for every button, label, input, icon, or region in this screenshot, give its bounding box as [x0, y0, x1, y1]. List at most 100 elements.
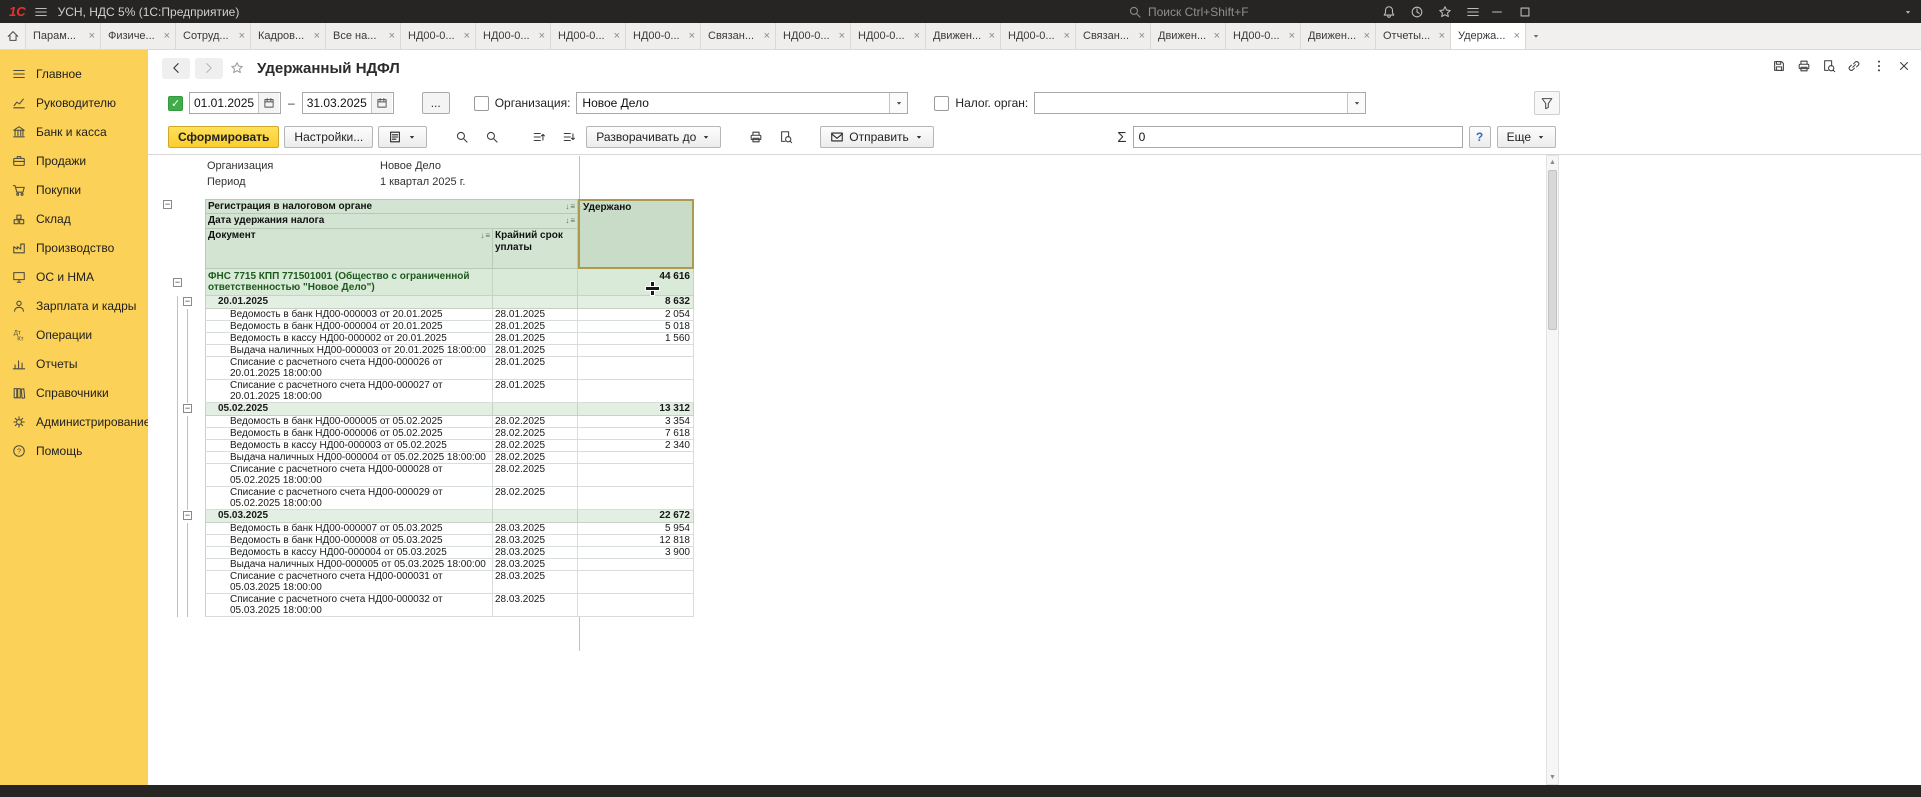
- main-menu-icon[interactable]: [34, 5, 48, 19]
- deadline-cell[interactable]: 28.01.2025: [493, 309, 578, 321]
- withheld-cell[interactable]: 8 632: [578, 296, 694, 309]
- sidebar-item-bank-i-kassa[interactable]: Банк и касса: [0, 117, 148, 146]
- report-spreadsheet[interactable]: Организация Новое Дело Период 1 квартал …: [148, 154, 1921, 785]
- sidebar-item-prodazhi[interactable]: Продажи: [0, 146, 148, 175]
- chevron-down-icon[interactable]: [889, 93, 907, 113]
- tab[interactable]: НД00-0...×: [551, 23, 626, 49]
- tab-close-icon[interactable]: ×: [614, 30, 620, 42]
- withheld-cell[interactable]: [578, 345, 694, 357]
- collapse-levels-icon[interactable]: [526, 126, 551, 148]
- tab-close-icon[interactable]: ×: [914, 30, 920, 42]
- withheld-cell[interactable]: [578, 464, 694, 487]
- minimize-icon[interactable]: [1490, 5, 1504, 19]
- tab-close-icon[interactable]: ×: [389, 30, 395, 42]
- date-from-field[interactable]: [189, 92, 281, 114]
- tab-close-icon[interactable]: ×: [464, 30, 470, 42]
- document-cell[interactable]: Ведомость в кассу НД00-000002 от 20.01.2…: [205, 333, 493, 345]
- tax-authority-checkbox[interactable]: [934, 96, 949, 111]
- sidebar-item-glavnoe[interactable]: Главное: [0, 59, 148, 88]
- deadline-cell[interactable]: 28.02.2025: [493, 440, 578, 452]
- tab[interactable]: НД00-0...×: [476, 23, 551, 49]
- tab-list-dropdown-icon[interactable]: [1526, 23, 1546, 49]
- tab-close-icon[interactable]: ×: [1214, 30, 1220, 42]
- withheld-cell[interactable]: [578, 452, 694, 464]
- header-withheld-selected-cell[interactable]: Удержано: [578, 199, 694, 269]
- tab[interactable]: НД00-0...×: [851, 23, 926, 49]
- sidebar-item-operacii[interactable]: ДтКтОперации: [0, 320, 148, 349]
- deadline-cell[interactable]: 28.02.2025: [493, 416, 578, 428]
- date-to-input[interactable]: [303, 93, 371, 113]
- deadline-cell[interactable]: 28.02.2025: [493, 464, 578, 487]
- global-search[interactable]: Поиск Ctrl+Shift+F: [1128, 0, 1249, 23]
- header-hold-date[interactable]: Дата удержания налога: [205, 214, 578, 229]
- find-next-icon[interactable]: [479, 126, 504, 148]
- organization-combo[interactable]: [576, 92, 908, 114]
- deadline-cell[interactable]: 28.03.2025: [493, 594, 578, 617]
- deadline-cell[interactable]: 28.03.2025: [493, 571, 578, 594]
- sidebar-item-proizvodstvo[interactable]: Производство: [0, 233, 148, 262]
- find-icon[interactable]: [449, 126, 474, 148]
- collapse-group-button[interactable]: −: [183, 511, 192, 520]
- deadline-cell[interactable]: 28.01.2025: [493, 345, 578, 357]
- favorite-star-icon[interactable]: [230, 61, 244, 75]
- deadline-cell[interactable]: 28.02.2025: [493, 428, 578, 440]
- organization-input[interactable]: [577, 93, 889, 113]
- tab[interactable]: Связан...×: [701, 23, 776, 49]
- sort-icon[interactable]: [565, 215, 575, 227]
- more-button[interactable]: Еще: [1497, 126, 1556, 148]
- sum-field[interactable]: [1133, 126, 1463, 148]
- document-cell[interactable]: Ведомость в банк НД00-000008 от 05.03.20…: [205, 535, 493, 547]
- document-cell[interactable]: 20.01.2025: [205, 296, 493, 309]
- deadline-cell[interactable]: 28.03.2025: [493, 535, 578, 547]
- sidebar-item-pokupki[interactable]: Покупки: [0, 175, 148, 204]
- help-button[interactable]: ?: [1469, 126, 1491, 148]
- print-icon[interactable]: [1797, 59, 1811, 73]
- withheld-cell[interactable]: [578, 380, 694, 403]
- deadline-cell[interactable]: [493, 269, 578, 296]
- deadline-cell[interactable]: [493, 403, 578, 416]
- withheld-cell[interactable]: 3 900: [578, 547, 694, 559]
- vertical-scrollbar[interactable]: ▲ ▼: [1546, 155, 1559, 785]
- header-registration[interactable]: Регистрация в налоговом органе: [205, 199, 578, 214]
- tab-close-icon[interactable]: ×: [689, 30, 695, 42]
- document-cell[interactable]: Выдача наличных НД00-000005 от 05.03.202…: [205, 559, 493, 571]
- sort-icon[interactable]: [480, 230, 490, 242]
- document-cell[interactable]: Списание с расчетного счета НД00-000027 …: [205, 380, 493, 403]
- tab-close-icon[interactable]: ×: [314, 30, 320, 42]
- service-menu-icon[interactable]: [1466, 5, 1480, 19]
- tab-close-icon[interactable]: ×: [239, 30, 245, 42]
- save-icon[interactable]: [1772, 59, 1786, 73]
- tab[interactable]: Физиче...×: [101, 23, 176, 49]
- deadline-cell[interactable]: 28.01.2025: [493, 321, 578, 333]
- organization-checkbox[interactable]: [474, 96, 489, 111]
- document-cell[interactable]: Списание с расчетного счета НД00-000028 …: [205, 464, 493, 487]
- sidebar-item-rukovoditelyu[interactable]: Руководителю: [0, 88, 148, 117]
- withheld-cell[interactable]: 12 818: [578, 535, 694, 547]
- withheld-cell[interactable]: [578, 559, 694, 571]
- tab[interactable]: Движен...×: [926, 23, 1001, 49]
- withheld-cell[interactable]: 7 618: [578, 428, 694, 440]
- tab[interactable]: Все на...×: [326, 23, 401, 49]
- report-variant-button[interactable]: [378, 126, 427, 148]
- tab-close-icon[interactable]: ×: [989, 30, 995, 42]
- print-preview-icon[interactable]: [1822, 59, 1836, 73]
- document-cell[interactable]: Ведомость в банк НД00-000006 от 05.02.20…: [205, 428, 493, 440]
- tab[interactable]: НД00-0...×: [401, 23, 476, 49]
- send-button[interactable]: Отправить: [820, 126, 934, 148]
- tab-close-icon[interactable]: ×: [89, 30, 95, 42]
- tab-close-icon[interactable]: ×: [764, 30, 770, 42]
- document-cell[interactable]: ФНС 7715 КПП 771501001 (Общество с огран…: [205, 269, 493, 296]
- tab[interactable]: Отчеты...×: [1376, 23, 1451, 49]
- scrollbar-thumb[interactable]: [1548, 170, 1557, 330]
- report-info-row[interactable]: Период 1 квартал 2025 г.: [162, 175, 694, 191]
- deadline-cell[interactable]: 28.01.2025: [493, 333, 578, 345]
- document-cell[interactable]: 05.02.2025: [205, 403, 493, 416]
- generate-button[interactable]: Сформировать: [168, 126, 279, 148]
- tab[interactable]: НД00-0...×: [776, 23, 851, 49]
- withheld-cell[interactable]: 1 560: [578, 333, 694, 345]
- document-cell[interactable]: Списание с расчетного счета НД00-000026 …: [205, 357, 493, 380]
- expand-levels-icon[interactable]: [556, 126, 581, 148]
- expand-to-button[interactable]: Разворачивать до: [586, 126, 721, 148]
- tab[interactable]: НД00-0...×: [626, 23, 701, 49]
- header-deadline[interactable]: Крайний срок уплаты: [493, 229, 578, 269]
